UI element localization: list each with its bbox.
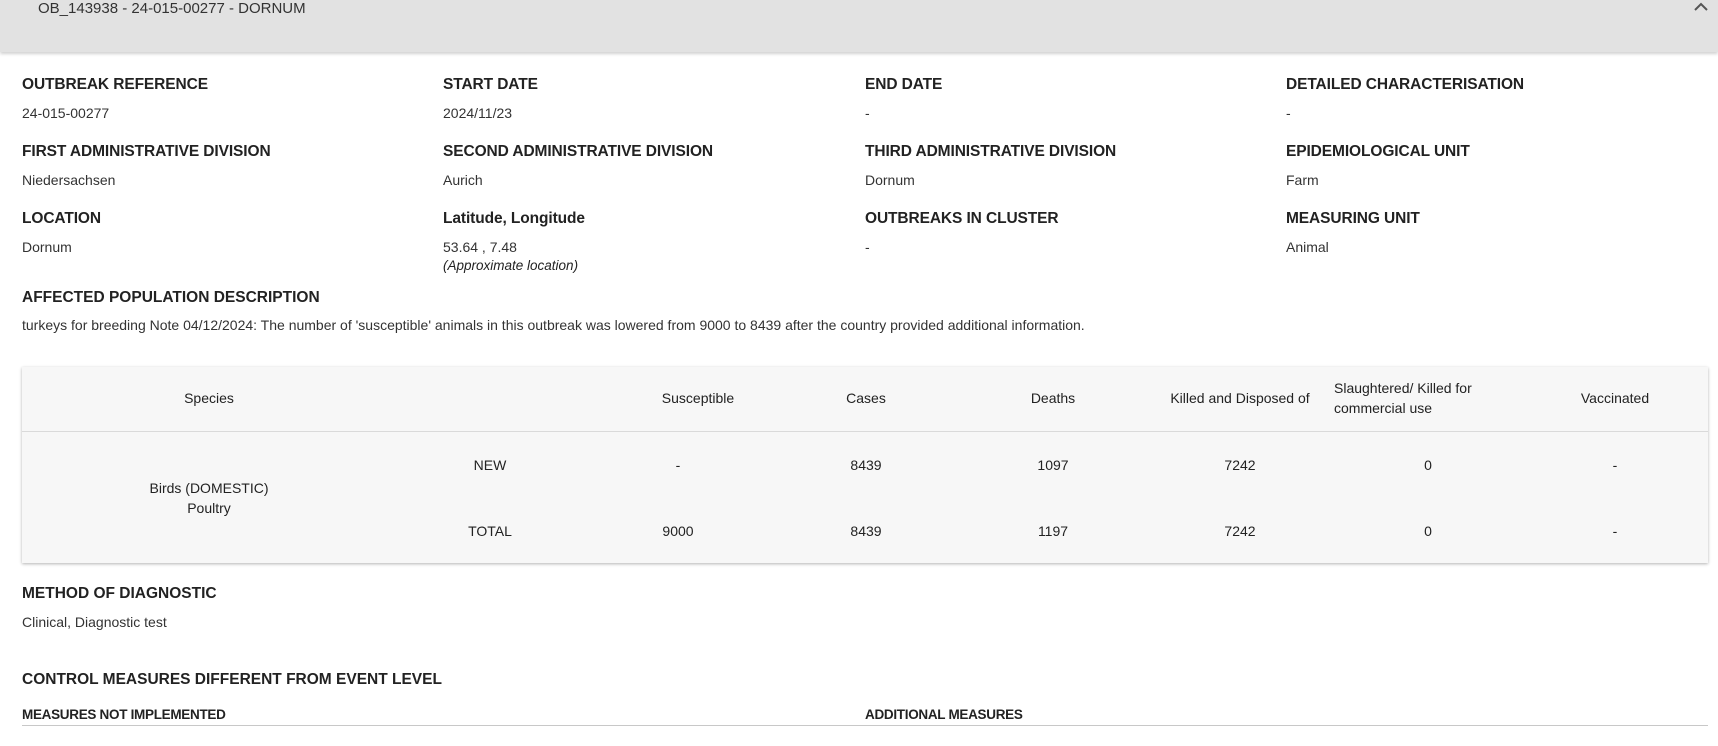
field-value: Farm xyxy=(1286,172,1319,188)
field-value: Dornum xyxy=(22,239,72,255)
field-end-date: END DATE - xyxy=(865,76,942,121)
divider xyxy=(22,725,1708,726)
field-label: MEASURING UNIT xyxy=(1286,210,1420,227)
field-label: Latitude, Longitude xyxy=(443,210,585,227)
field-label: THIRD ADMINISTRATIVE DIVISION xyxy=(865,143,1117,160)
field-label: OUTBREAKS IN CLUSTER xyxy=(865,210,1059,227)
table-header-row: Species Susceptible Cases Deaths Killed … xyxy=(22,367,1708,432)
field-label: DETAILED CHARACTERISATION xyxy=(1286,76,1525,93)
th-slaughtered: Slaughtered/ Killed for commercial use xyxy=(1334,380,1472,416)
field-outbreak-reference: OUTBREAK REFERENCE 24-015-00277 xyxy=(22,76,208,121)
field-detailed-characterisation: DETAILED CHARACTERISATION - xyxy=(1286,76,1524,121)
th-killed: Killed and Disposed of xyxy=(1170,390,1310,407)
approximate-location-note: (Approximate location) xyxy=(443,258,579,273)
row-type: NEW xyxy=(473,457,507,473)
cell-cases: 8439 xyxy=(850,523,882,539)
outbreak-panel-header[interactable]: OB_143938 - 24-015-00277 - DORNUM xyxy=(0,0,1718,52)
field-value: Dornum xyxy=(865,172,915,188)
th-cases: Cases xyxy=(846,390,886,407)
field-value: Niedersachsen xyxy=(22,172,116,188)
method-of-diagnostic-section: METHOD OF DIAGNOSTIC Clinical, Diagnosti… xyxy=(22,585,217,630)
control-measures-section: CONTROL MEASURES DIFFERENT FROM EVENT LE… xyxy=(22,671,442,689)
section-value: turkeys for breeding Note 04/12/2024: Th… xyxy=(22,317,1085,333)
field-first-admin-division: FIRST ADMINISTRATIVE DIVISION Niedersach… xyxy=(22,143,271,188)
cell-deaths: 1197 xyxy=(1037,523,1069,539)
cell-cases: 8439 xyxy=(850,457,882,473)
cell-killed: 7242 xyxy=(1224,457,1256,473)
additional-measures-label: ADDITIONAL MEASURES xyxy=(865,707,1023,722)
measures-not-implemented-label: MEASURES NOT IMPLEMENTED xyxy=(22,707,226,722)
field-outbreaks-in-cluster: OUTBREAKS IN CLUSTER - xyxy=(865,210,1059,255)
field-label: FIRST ADMINISTRATIVE DIVISION xyxy=(22,143,271,160)
field-second-admin-division: SECOND ADMINISTRATIVE DIVISION Aurich xyxy=(443,143,713,188)
field-epidemiological-unit: EPIDEMIOLOGICAL UNIT Farm xyxy=(1286,143,1470,188)
panel-title: OB_143938 - 24-015-00277 - DORNUM xyxy=(38,0,306,17)
field-value: - xyxy=(865,239,870,255)
affected-population-section: AFFECTED POPULATION DESCRIPTION turkeys … xyxy=(22,289,1085,333)
cell-slaughtered: 0 xyxy=(1424,457,1432,473)
species-cell: Birds (DOMESTIC) Poultry xyxy=(22,432,396,563)
cell-susceptible: 9000 xyxy=(662,523,694,539)
cell-vaccinated: - xyxy=(1612,523,1618,539)
field-value: 2024/11/23 xyxy=(443,105,513,121)
field-location: LOCATION Dornum xyxy=(22,210,101,255)
species-category: Poultry xyxy=(187,499,231,516)
field-value: 24-015-00277 xyxy=(22,105,110,121)
section-label: AFFECTED POPULATION DESCRIPTION xyxy=(22,289,320,306)
field-value: - xyxy=(1286,105,1291,121)
row-type: TOTAL xyxy=(468,523,512,539)
field-label: START DATE xyxy=(443,76,538,93)
species-name: Birds (DOMESTIC) xyxy=(149,479,269,496)
chevron-up-icon[interactable] xyxy=(1690,0,1712,18)
cell-killed: 7242 xyxy=(1224,523,1256,539)
field-label: SECOND ADMINISTRATIVE DIVISION xyxy=(443,143,713,160)
cell-deaths: 1097 xyxy=(1037,457,1069,473)
field-value: Animal xyxy=(1286,239,1329,255)
field-label: END DATE xyxy=(865,76,943,93)
species-table: Species Susceptible Cases Deaths Killed … xyxy=(22,367,1708,563)
th-deaths: Deaths xyxy=(1030,390,1076,407)
section-label: METHOD OF DIAGNOSTIC xyxy=(22,585,217,602)
field-value: 53.64 , 7.48 xyxy=(443,239,517,255)
field-lat-long: Latitude, Longitude 53.64 , 7.48 (Approx… xyxy=(443,210,585,273)
field-value: Aurich xyxy=(443,172,483,188)
field-measuring-unit: MEASURING UNIT Animal xyxy=(1286,210,1420,255)
field-label: OUTBREAK REFERENCE xyxy=(22,76,208,93)
field-label: EPIDEMIOLOGICAL UNIT xyxy=(1286,143,1470,160)
section-label: CONTROL MEASURES DIFFERENT FROM EVENT LE… xyxy=(22,671,442,688)
cell-vaccinated: - xyxy=(1612,457,1618,473)
field-value: - xyxy=(865,105,870,121)
th-species: Species xyxy=(184,390,234,407)
field-third-admin-division: THIRD ADMINISTRATIVE DIVISION Dornum xyxy=(865,143,1116,188)
cell-susceptible: - xyxy=(675,457,681,473)
cell-slaughtered: 0 xyxy=(1424,523,1432,539)
field-label: LOCATION xyxy=(22,210,101,227)
section-value: Clinical, Diagnostic test xyxy=(22,614,167,630)
th-vaccinated: Vaccinated xyxy=(1580,390,1650,407)
field-start-date: START DATE 2024/11/23 xyxy=(443,76,538,121)
